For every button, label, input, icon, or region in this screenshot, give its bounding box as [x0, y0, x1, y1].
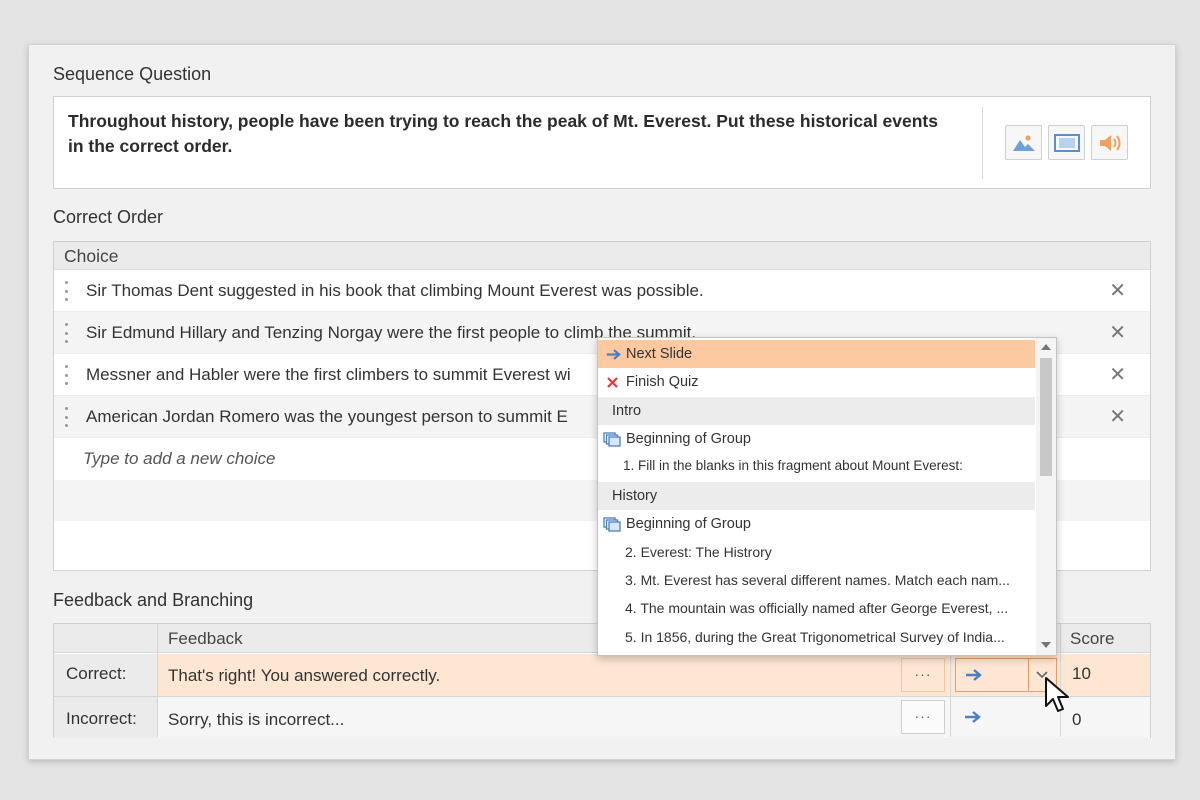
- dropdown-item-label: 4. The mountain was officially named aft…: [625, 600, 1009, 616]
- mouse-cursor-icon: [1045, 677, 1069, 712]
- close-red-icon: [607, 377, 618, 388]
- incorrect-label: Incorrect:: [66, 709, 137, 728]
- remove-choice-icon[interactable]: ✕: [1109, 396, 1126, 438]
- column-divider: [950, 654, 951, 737]
- dropdown-item-beginning-of-group[interactable]: Beginning of Group: [598, 425, 1035, 453]
- dropdown-item-slide[interactable]: 3. Mt. Everest has several different nam…: [598, 566, 1035, 594]
- incorrect-feedback-input[interactable]: Sorry, this is incorrect...: [168, 710, 344, 730]
- choice-column-header: Choice: [54, 242, 1150, 270]
- score-column-header: Score: [1070, 629, 1115, 648]
- drag-handle-icon[interactable]: [64, 281, 68, 301]
- drag-handle-icon[interactable]: [64, 365, 68, 385]
- arrow-right-icon: [606, 349, 621, 360]
- arrow-right-icon: [966, 669, 982, 681]
- feedback-row-correct: Correct: That's right! You answered corr…: [54, 654, 1150, 696]
- dropdown-item-label: 3. Mt. Everest has several different nam…: [625, 572, 1010, 588]
- group-label: History: [612, 488, 658, 504]
- feedback-column-header: Feedback: [168, 629, 243, 648]
- dropdown-item-label: 2. Everest: The Histrory: [625, 544, 772, 560]
- dropdown-item-slide[interactable]: 5. In 1856, during the Great Trigonometr…: [598, 623, 1035, 651]
- correct-score-input[interactable]: 10: [1072, 664, 1091, 684]
- remove-choice-icon[interactable]: ✕: [1109, 354, 1126, 396]
- dropdown-item-label: 1. Fill in the blanks in this fragment a…: [623, 458, 963, 473]
- scroll-up-icon[interactable]: [1041, 343, 1051, 350]
- audio-icon: [1099, 134, 1120, 151]
- dropdown-item-label: Finish Quiz: [626, 374, 699, 390]
- insert-audio-button[interactable]: [1091, 125, 1128, 160]
- correct-label: Correct:: [66, 664, 127, 683]
- dropdown-item-label: Beginning of Group: [626, 516, 751, 532]
- drag-handle-icon[interactable]: [64, 407, 68, 427]
- choice-text[interactable]: American Jordan Romero was the youngest …: [86, 396, 568, 438]
- branch-dropdown-list[interactable]: Next Slide Finish Quiz Intro Beginning o…: [597, 337, 1057, 656]
- correct-branch-select[interactable]: [955, 658, 1057, 692]
- dropdown-item-label: Next Slide: [626, 346, 693, 362]
- dropdown-item-label: Beginning of Group: [626, 431, 751, 447]
- divider: [982, 107, 983, 179]
- dropdown-item-slide[interactable]: 4. The mountain was officially named aft…: [598, 594, 1035, 622]
- dropdown-item-slide[interactable]: 1. Fill in the blanks in this fragment a…: [598, 452, 1035, 480]
- dropdown-group-history: History: [598, 482, 1035, 510]
- incorrect-feedback-more-button[interactable]: ···: [901, 700, 945, 734]
- question-text[interactable]: Throughout history, people have been try…: [68, 109, 948, 159]
- dropdown-item-slide[interactable]: 2. Everest: The Histrory: [598, 538, 1035, 566]
- column-divider: [157, 624, 158, 737]
- insert-video-button[interactable]: [1048, 125, 1085, 160]
- video-icon: [1053, 133, 1080, 152]
- correct-feedback-input[interactable]: That's right! You answered correctly.: [168, 666, 440, 686]
- image-icon: [1012, 134, 1035, 151]
- correct-order-title: Correct Order: [53, 207, 164, 227]
- sequence-question-title: Sequence Question: [53, 64, 212, 84]
- arrow-right-icon[interactable]: [964, 711, 982, 723]
- insert-image-button[interactable]: [1005, 125, 1042, 160]
- feedback-row-incorrect: Incorrect: Sorry, this is incorrect... ·…: [54, 696, 1150, 738]
- choice-row[interactable]: Sir Thomas Dent suggested in his book th…: [54, 270, 1150, 312]
- drag-handle-icon[interactable]: [64, 323, 68, 343]
- dropdown-item-beginning-of-group[interactable]: Beginning of Group: [598, 510, 1035, 538]
- choice-text[interactable]: Messner and Habler were the first climbe…: [86, 354, 571, 396]
- remove-choice-icon[interactable]: ✕: [1109, 312, 1126, 354]
- feedback-branching-title: Feedback and Branching: [53, 590, 254, 610]
- dropdown-group-intro: Intro: [598, 397, 1035, 425]
- group-icon: [603, 432, 621, 447]
- scroll-down-icon[interactable]: [1041, 642, 1051, 649]
- question-box[interactable]: Throughout history, people have been try…: [53, 96, 1151, 189]
- dropdown-item-label: 5. In 1856, during the Great Trigonometr…: [625, 629, 1005, 645]
- group-label: Intro: [612, 403, 642, 419]
- dropdown-scrollbar[interactable]: [1036, 338, 1056, 655]
- correct-feedback-more-button[interactable]: ···: [901, 658, 945, 692]
- dropdown-item-next-slide[interactable]: Next Slide: [598, 340, 1035, 368]
- choice-text[interactable]: Sir Thomas Dent suggested in his book th…: [86, 270, 704, 312]
- scrollbar-thumb[interactable]: [1040, 358, 1052, 476]
- group-icon: [603, 517, 621, 532]
- dropdown-item-finish-quiz[interactable]: Finish Quiz: [598, 368, 1035, 396]
- remove-choice-icon[interactable]: ✕: [1109, 270, 1126, 312]
